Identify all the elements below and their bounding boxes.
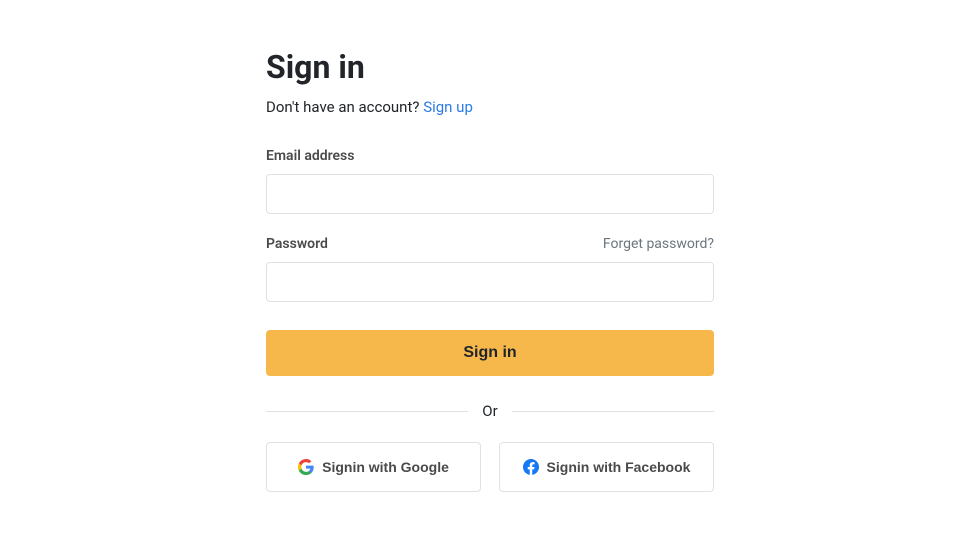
divider-line-left — [266, 411, 468, 412]
password-field[interactable] — [266, 262, 714, 302]
password-label: Password — [266, 236, 328, 252]
divider-line-right — [512, 411, 714, 412]
email-group: Email address — [266, 148, 714, 214]
signin-button[interactable]: Sign in — [266, 330, 714, 376]
password-group: Password Forget password? — [266, 236, 714, 302]
email-field[interactable] — [266, 174, 714, 214]
social-buttons-row: Signin with Google Signin with Facebook — [266, 442, 714, 492]
facebook-button-label: Signin with Facebook — [547, 459, 691, 475]
google-signin-button[interactable]: Signin with Google — [266, 442, 481, 492]
forgot-password-link[interactable]: Forget password? — [603, 236, 714, 252]
subtitle-row: Don't have an account? Sign up — [266, 98, 714, 116]
divider: Or — [266, 402, 714, 420]
google-icon — [298, 459, 314, 475]
google-button-label: Signin with Google — [322, 459, 449, 475]
subtitle-text: Don't have an account? — [266, 98, 423, 116]
facebook-signin-button[interactable]: Signin with Facebook — [499, 442, 714, 492]
email-label: Email address — [266, 148, 354, 164]
divider-text: Or — [468, 402, 511, 420]
page-title: Sign in — [266, 48, 714, 86]
signin-form-container: Sign in Don't have an account? Sign up E… — [266, 48, 714, 545]
signup-link[interactable]: Sign up — [423, 98, 473, 116]
facebook-icon — [523, 459, 539, 475]
